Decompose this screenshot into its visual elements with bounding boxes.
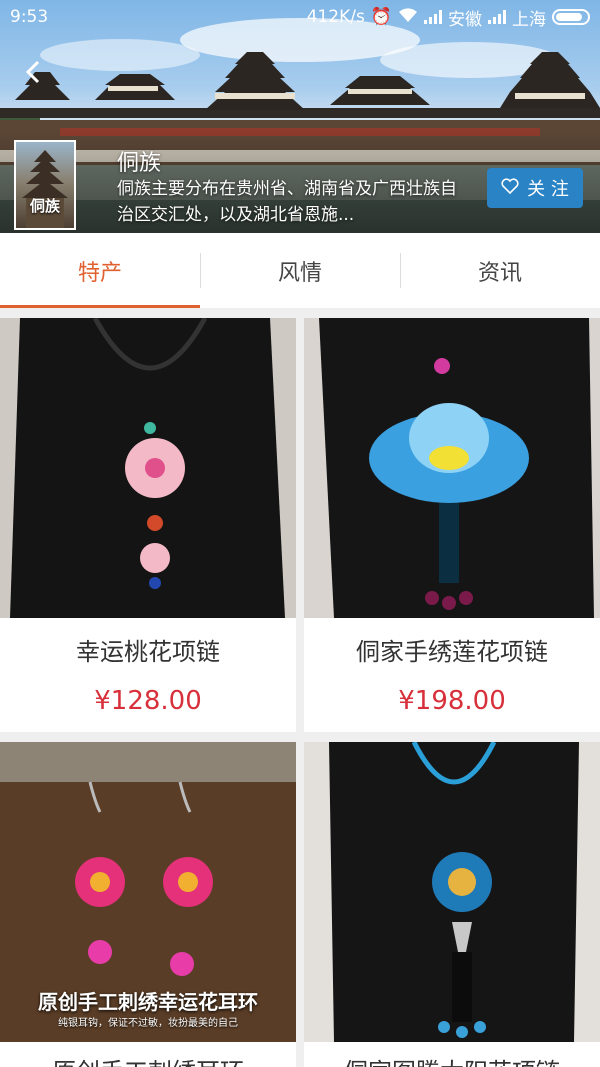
signal-icon-2 <box>488 10 506 24</box>
product-card[interactable]: 侗家图腾太阳花项链 <box>304 742 600 1067</box>
product-image <box>304 742 600 1042</box>
tab-news[interactable]: 资讯 <box>400 233 600 308</box>
tab-divider <box>400 253 401 288</box>
alarm-icon: ⏰ <box>370 7 392 27</box>
product-card[interactable]: 侗家手绣莲花项链 ¥198.00 <box>304 318 600 732</box>
thumbnail-label: 侗族 <box>29 197 60 215</box>
product-name: 原创手工刺绣耳环 <box>0 1052 296 1067</box>
product-card[interactable]: 原创手工刺绣幸运花耳环 纯银耳钩，保证不过敏，妆扮最美的自己 原创手工刺绣耳环 <box>0 742 296 1067</box>
follow-label: 关 注 <box>527 179 569 200</box>
product-name: 侗家手绣莲花项链 <box>356 638 548 666</box>
battery-icon <box>552 9 590 25</box>
carrier-2: 上海 <box>512 9 546 30</box>
category-tabs: 特产 风情 资讯 <box>0 233 600 308</box>
tab-customs[interactable]: 风情 <box>200 233 400 308</box>
product-image-subcaption: 纯银耳钩，保证不过敏，妆扮最美的自己 <box>58 1018 238 1029</box>
ethnic-group-thumbnail: 侗族 <box>14 140 76 230</box>
product-image <box>304 318 600 618</box>
product-price: ¥128.00 <box>94 686 202 716</box>
product-name: 幸运桃花项链 <box>76 638 220 666</box>
network-speed: 412K/s <box>306 7 365 27</box>
page-title: 侗族 <box>117 151 162 176</box>
tab-specialty[interactable]: 特产 <box>0 233 200 308</box>
product-image <box>0 318 296 618</box>
product-image-caption: 原创手工刺绣幸运花耳环 <box>38 990 258 1014</box>
ethnic-description[interactable]: 侗族主要分布在贵州省、湖南省及广西壮族自治区交汇处，以及湖北省恩施... <box>117 176 462 228</box>
status-time: 9:53 <box>10 7 49 27</box>
status-bar: 9:53 412K/s ⏰ 安徽 上海 <box>0 0 600 34</box>
header-banner: 9:53 412K/s ⏰ 安徽 上海 侗族 侗族 侗族主要分布在贵州省、湖南省… <box>0 0 600 233</box>
back-arrow-icon[interactable] <box>20 58 48 86</box>
page: 9:53 412K/s ⏰ 安徽 上海 侗族 侗族 侗族主要分布在贵州省、湖南省… <box>0 0 600 1067</box>
product-card[interactable]: 幸运桃花项链 ¥128.00 <box>0 318 296 732</box>
heart-outline-icon <box>501 177 519 199</box>
product-price: ¥198.00 <box>398 686 506 716</box>
follow-button[interactable]: 关 注 <box>487 168 583 208</box>
product-name: 侗家图腾太阳花项链 <box>304 1052 600 1067</box>
signal-icon <box>424 10 442 24</box>
wifi-icon <box>398 7 418 28</box>
tab-divider <box>200 253 201 288</box>
carrier-1: 安徽 <box>448 9 482 30</box>
